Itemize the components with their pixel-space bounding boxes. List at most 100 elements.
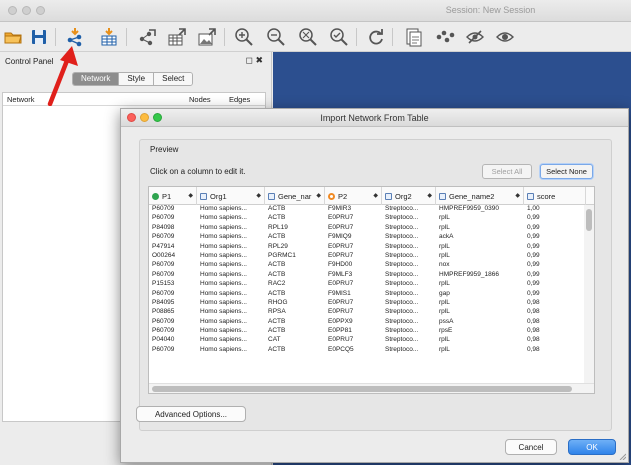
table-row[interactable]: P60709 Homo sapiens... ACTB E0PPX9 Streptoco… xyxy=(149,318,585,327)
zoom-out-icon[interactable] xyxy=(265,26,287,48)
preview-table[interactable]: P1 ◆ Org1 ◆ Gene_nar ◆ P2 ◆ Org2 ◆ Gene_… xyxy=(148,186,595,394)
table-cell: Streptoco... xyxy=(385,298,419,306)
hide-icon[interactable] xyxy=(464,26,486,48)
table-cell: ACTB xyxy=(268,327,286,335)
table-cell: rplL xyxy=(439,336,450,344)
table-cell: F9MIQ9 xyxy=(328,233,352,241)
column-header-p2[interactable]: P2 ◆ xyxy=(325,187,382,205)
column-network[interactable]: Network xyxy=(7,95,35,104)
column-menu-icon[interactable]: ◆ xyxy=(373,192,378,199)
column-menu-icon[interactable]: ◆ xyxy=(427,192,432,199)
table-cell: RHOG xyxy=(268,298,288,306)
column-menu-icon[interactable]: ◆ xyxy=(256,192,261,199)
table-row[interactable]: P84098 Homo sapiens... RPL19 E0PRU7 Streptoc… xyxy=(149,224,585,233)
table-row[interactable]: P84095 Homo sapiens... RHOG E0PRU7 Streptoco… xyxy=(149,299,585,308)
table-cell: rplL xyxy=(439,280,450,288)
table-cell: P84095 xyxy=(152,298,175,306)
vertical-scrollbar[interactable] xyxy=(584,205,594,383)
table-cell: Homo sapiens... xyxy=(200,327,247,335)
export-image-icon[interactable] xyxy=(196,26,218,48)
table-cell: 1,00 xyxy=(527,205,540,212)
table-cell: Homo sapiens... xyxy=(200,251,247,259)
table-cell: F9MIS1 xyxy=(328,289,351,297)
table-row[interactable]: P15153 Homo sapiens... RAC2 E0PRU7 Streptoco… xyxy=(149,280,585,289)
table-row[interactable]: P60709 Homo sapiens... ACTB F9MIR3 Streptoco… xyxy=(149,205,585,214)
show-all-icon[interactable] xyxy=(434,26,456,48)
ok-button[interactable]: OK xyxy=(568,439,616,455)
attribute-icon xyxy=(439,192,446,200)
control-panel-tabs: Network Style Select xyxy=(72,72,194,86)
column-header-org1[interactable]: Org1 ◆ xyxy=(197,187,265,205)
table-cell: ACTB xyxy=(268,233,286,241)
table-cell: P60709 xyxy=(152,233,175,241)
table-cell: F9HD00 xyxy=(328,261,353,269)
column-menu-icon[interactable]: ◆ xyxy=(316,192,321,199)
table-cell: Homo sapiens... xyxy=(200,223,247,231)
show-icon[interactable] xyxy=(494,26,516,48)
horizontal-scroll-thumb[interactable] xyxy=(152,386,572,392)
column-header-gene-name2[interactable]: Gene_name2 ◆ xyxy=(436,187,524,205)
table-row[interactable]: P60709 Homo sapiens... ACTB E0PRU7 Streptoco… xyxy=(149,214,585,223)
zoom-in-icon[interactable] xyxy=(233,26,255,48)
table-row[interactable]: P60709 Homo sapiens... ACTB E0PCQ5 Streptoco… xyxy=(149,346,585,355)
table-cell: E0PRU7 xyxy=(328,308,354,316)
refresh-icon[interactable] xyxy=(365,26,387,48)
table-row[interactable]: P08865 Homo sapiens... RPSA E0PRU7 Streptoco… xyxy=(149,308,585,317)
table-cell: Streptoco... xyxy=(385,233,419,241)
table-row[interactable]: P60709 Homo sapiens... ACTB F9MIQ9 Streptoco… xyxy=(149,233,585,242)
export-network-icon[interactable] xyxy=(136,26,158,48)
import-network-dialog: Import Network From Table Preview Click … xyxy=(120,108,629,463)
column-header-org2[interactable]: Org2 ◆ xyxy=(382,187,436,205)
table-row[interactable]: P60709 Homo sapiens... ACTB F9HD00 Streptoco… xyxy=(149,261,585,270)
table-row[interactable]: P04040 Homo sapiens... CAT E0PRU7 Streptoco.… xyxy=(149,336,585,345)
table-cell: 0,99 xyxy=(527,251,540,259)
preview-label: Preview xyxy=(150,145,179,154)
table-cell: P60709 xyxy=(152,214,175,222)
cancel-button[interactable]: Cancel xyxy=(505,439,557,455)
table-row[interactable]: P60709 Homo sapiens... ACTB F9MLF3 Streptoco… xyxy=(149,271,585,280)
resize-grip-icon[interactable] xyxy=(618,452,626,460)
table-cell: Homo sapiens... xyxy=(200,214,247,222)
column-nodes[interactable]: Nodes xyxy=(189,95,211,104)
column-header-score[interactable]: score xyxy=(524,187,586,205)
tab-style[interactable]: Style xyxy=(119,73,155,85)
open-folder-icon[interactable] xyxy=(2,26,24,48)
table-row[interactable]: P60709 Homo sapiens... ACTB F9MIS1 Streptoco… xyxy=(149,290,585,299)
table-cell: 0,99 xyxy=(527,214,540,222)
table-row[interactable]: O00264 Homo sapiens... PGRMC1 E0PRU7 Strepto… xyxy=(149,252,585,261)
panel-float-close-icon[interactable]: ◻ ✖ xyxy=(245,55,263,66)
column-header-p1[interactable]: P1 ◆ xyxy=(149,187,197,205)
import-table-icon[interactable] xyxy=(98,26,120,48)
new-network-icon[interactable] xyxy=(402,26,424,48)
table-row[interactable]: P60709 Homo sapiens... ACTB E0PP81 Streptoco… xyxy=(149,327,585,336)
vertical-scroll-thumb[interactable] xyxy=(586,209,592,231)
advanced-options-button[interactable]: Advanced Options... xyxy=(136,406,246,422)
column-header-gene-name[interactable]: Gene_nar ◆ xyxy=(265,187,325,205)
table-cell: F9MLF3 xyxy=(328,270,353,278)
red-annotation-arrow xyxy=(47,46,78,106)
column-menu-icon[interactable]: ◆ xyxy=(188,192,193,199)
table-cell: E0PRU7 xyxy=(328,214,354,222)
table-cell: P04040 xyxy=(152,336,175,344)
table-row[interactable]: P47914 Homo sapiens... RPL29 E0PRU7 Streptoc… xyxy=(149,243,585,252)
select-all-button[interactable]: Select All xyxy=(482,164,532,179)
horizontal-scrollbar[interactable] xyxy=(149,383,594,393)
preview-panel: Preview Click on a column to edit it. Se… xyxy=(139,139,612,431)
column-edges[interactable]: Edges xyxy=(229,95,250,104)
table-cell: Homo sapiens... xyxy=(200,280,247,288)
tab-select[interactable]: Select xyxy=(154,73,193,85)
table-cell: ACTB xyxy=(268,214,286,222)
attribute-icon xyxy=(268,192,275,200)
preview-table-body: P60709 Homo sapiens... ACTB F9MIR3 Streptoco… xyxy=(149,205,585,355)
select-none-button[interactable]: Select None xyxy=(540,164,593,179)
column-menu-icon[interactable]: ◆ xyxy=(515,192,520,199)
zoom-selected-icon[interactable] xyxy=(328,26,350,48)
window-title: Session: New Session xyxy=(445,5,536,15)
table-cell: Streptoco... xyxy=(385,317,419,325)
table-cell: CAT xyxy=(268,336,281,344)
zoom-fit-icon[interactable] xyxy=(297,26,319,48)
table-cell: gap xyxy=(439,289,450,297)
export-table-icon[interactable] xyxy=(166,26,188,48)
network-list-header: Network Nodes Edges xyxy=(3,93,265,106)
table-cell: PGRMC1 xyxy=(268,251,296,259)
